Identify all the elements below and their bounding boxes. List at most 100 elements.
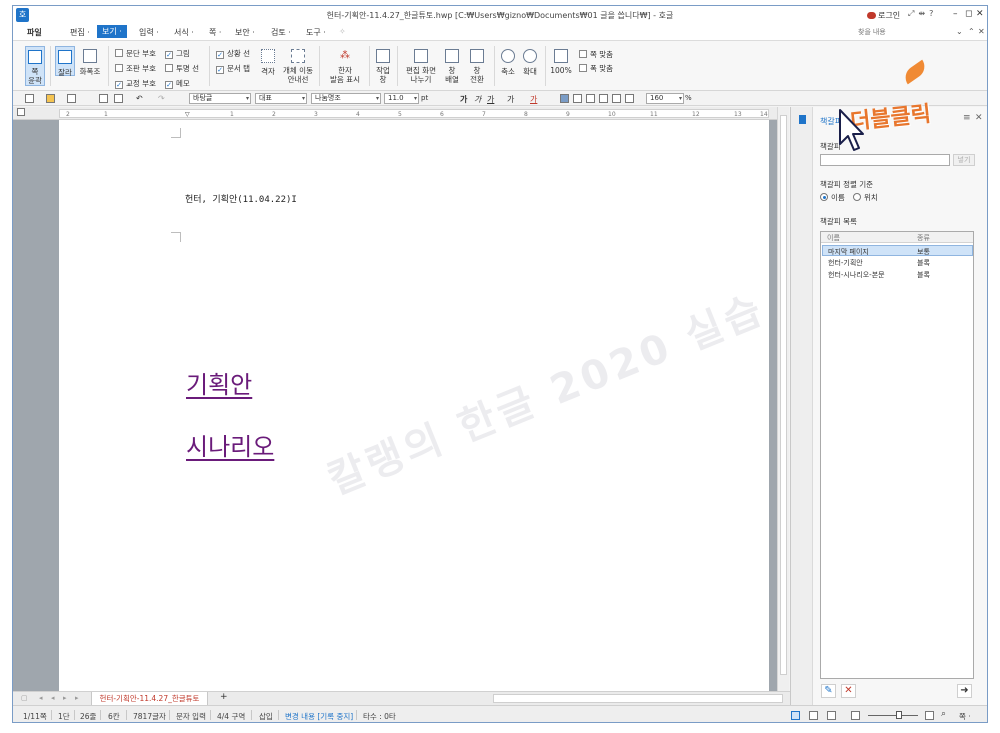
menu-security[interactable]: 보안 · — [235, 27, 255, 38]
vertical-scrollbar[interactable] — [777, 107, 789, 691]
bookmark-list[interactable]: 이름 종류 마지막 페이지 보통 헌터-기획안 블록 헌터-시나리오-본문 블록 — [820, 231, 974, 679]
delete-bookmark-icon[interactable]: ✕ — [841, 684, 856, 698]
zoom-out-button[interactable]: 축소 — [499, 49, 517, 77]
menu-edit[interactable]: 편집 · — [70, 27, 90, 38]
view-page-icon[interactable] — [791, 711, 800, 720]
zoom-out-small-icon[interactable] — [851, 711, 860, 720]
bold-button[interactable]: 가 — [460, 94, 467, 105]
check-memo[interactable]: ✓ 메모 — [165, 78, 190, 89]
menu-page[interactable]: 쪽 · — [209, 27, 221, 38]
preview-icon[interactable] — [114, 94, 123, 103]
zoom-mode-select[interactable]: 쪽 · — [959, 711, 971, 722]
font-size-input[interactable]: 11.0 — [384, 93, 419, 104]
zoom-100-button[interactable]: 100% — [550, 49, 572, 75]
minimize-icon[interactable]: – — [953, 9, 958, 19]
document-page[interactable]: 헌터, 기획안(11.04.22)I 기획안 시나리오 — [59, 120, 769, 691]
align-distribute-icon[interactable] — [612, 94, 621, 103]
menu-format[interactable]: 서식 · — [174, 27, 194, 38]
bookmark-icon[interactable] — [799, 115, 806, 124]
grid-button[interactable]: 격자 — [259, 49, 277, 77]
menu-tools[interactable]: 도구 · — [306, 27, 326, 38]
radio-dot[interactable] — [853, 193, 861, 201]
align-left-icon[interactable] — [573, 94, 582, 103]
document-tab[interactable]: 헌터-기획안-11.4.27_한글튜토 — [91, 692, 208, 706]
align-split-icon[interactable] — [625, 94, 634, 103]
view-two-page-icon[interactable] — [809, 711, 818, 720]
fit-page-button[interactable]: 쪽 맞춤 — [579, 49, 613, 60]
edit-bookmark-icon[interactable]: ✎ — [821, 684, 836, 698]
tab-stop-icon[interactable] — [17, 108, 25, 116]
hanja-button[interactable]: ⁂ 한자 발음 표시 — [325, 49, 365, 84]
ribbon-collapse-icon[interactable]: ⌄ — [956, 27, 963, 36]
menu-review[interactable]: 검토 · — [271, 27, 291, 38]
checkbox[interactable]: ✓ — [165, 51, 173, 59]
doc-close-icon[interactable]: ✕ — [978, 27, 985, 36]
zoom-slider-track[interactable] — [868, 715, 918, 716]
checkbox[interactable] — [165, 64, 173, 72]
column-name[interactable]: 이름 — [827, 233, 840, 243]
login-button[interactable]: 로그인 — [867, 10, 900, 21]
check-layout-mark[interactable]: 조판 부호 — [115, 63, 156, 74]
ruler-track[interactable]: 2 1 ▽ 1 2 3 4 5 6 7 8 9 10 11 12 13 14 — [59, 109, 769, 118]
view-outline-icon[interactable] — [827, 711, 836, 720]
goto-bookmark-icon[interactable]: ➜ — [957, 684, 972, 698]
insert-bookmark-button[interactable]: 넣기 — [953, 154, 975, 166]
add-tab-button[interactable]: + — [220, 692, 228, 702]
page-outline-button[interactable]: 쪽 윤곽 — [25, 46, 45, 86]
bookmark-row[interactable]: 마지막 페이지 보통 — [822, 245, 973, 256]
move-guide-button[interactable]: 개체 이동 안내선 — [281, 49, 315, 84]
align-right-icon[interactable] — [599, 94, 608, 103]
hyperlink-scenario[interactable]: 시나리오 — [186, 427, 274, 462]
bookmark-row[interactable]: 헌터-시나리오-본문 블록 — [822, 269, 973, 280]
tab-next-icon[interactable]: ▸ — [63, 694, 67, 702]
new-doc-icon[interactable] — [25, 94, 34, 103]
sort-by-name-radio[interactable]: 이름 — [820, 192, 845, 203]
bookmark-row[interactable]: 헌터-기획안 블록 — [822, 257, 973, 268]
align-center-icon[interactable] — [586, 94, 595, 103]
font-select[interactable]: 나눔명조 — [311, 93, 381, 104]
resize-icon[interactable]: ⇹ — [918, 9, 929, 18]
check-status-line[interactable]: ✓ 상황 선 — [216, 48, 250, 59]
close-icon[interactable]: ✕ — [976, 9, 984, 19]
zoom-in-small-icon[interactable] — [925, 711, 934, 720]
check-proof-mark[interactable]: ✓ 교정 부호 — [115, 78, 156, 89]
tab-last-icon[interactable]: ▸ — [75, 694, 79, 702]
menu-file[interactable]: 파일 — [27, 27, 42, 38]
title-tools[interactable]: ⤢⇹? — [908, 9, 937, 19]
column-type[interactable]: 종류 — [917, 233, 930, 243]
checkbox[interactable]: ✓ — [165, 81, 173, 89]
checkbox[interactable]: ✓ — [216, 51, 224, 59]
check-transparent-line[interactable]: 투명 선 — [165, 63, 199, 74]
zoom-slider-thumb[interactable] — [896, 711, 902, 719]
save-icon[interactable] — [67, 94, 76, 103]
fit-width-button[interactable]: 폭 맞춤 — [579, 63, 613, 74]
language-select[interactable]: 대표 — [255, 93, 307, 104]
ribbon-expand-icon[interactable]: ⌃ — [968, 27, 975, 36]
underline-button[interactable]: 가 — [487, 94, 494, 105]
radio-dot[interactable] — [820, 193, 828, 201]
hyperlink-planning[interactable]: 기획안 — [186, 365, 252, 400]
horizontal-ruler[interactable]: 2 1 ▽ 1 2 3 4 5 6 7 8 9 10 11 12 13 14 — [13, 107, 777, 120]
align-justify-icon[interactable] — [560, 94, 569, 103]
print-icon[interactable] — [99, 94, 108, 103]
tab-list-icon[interactable]: ▢ — [21, 694, 28, 702]
check-picture[interactable]: ✓ 그림 — [165, 48, 190, 59]
menu-view[interactable]: 보기 · — [97, 25, 127, 38]
indent-marker[interactable]: ▽ — [185, 111, 190, 118]
document-canvas[interactable]: 헌터, 기획안(11.04.22)I 기획안 시나리오 — [13, 120, 777, 691]
font-color-button[interactable]: 가 — [530, 94, 537, 105]
status-track-changes[interactable]: 변경 내용 [기록 중지] — [285, 711, 353, 722]
italic-button[interactable]: 가 — [474, 94, 481, 105]
scrollbar-thumb[interactable] — [780, 115, 787, 675]
panel-menu-icon[interactable]: ≡ — [963, 113, 971, 123]
window-arrange-button[interactable]: 창 배열 — [442, 49, 462, 84]
status-input-mode[interactable]: 문자 입력 — [176, 711, 206, 722]
document-header-line[interactable]: 헌터, 기획안(11.04.22)I — [185, 192, 297, 205]
help-icon[interactable]: ? — [929, 9, 937, 18]
strike-button[interactable]: 가 — [507, 94, 514, 105]
split-view-button[interactable]: 편집 화면 나누기 — [402, 49, 440, 84]
sort-by-position-radio[interactable]: 위치 — [853, 192, 878, 203]
check-doc-tab[interactable]: ✓ 문서 탭 — [216, 63, 250, 74]
status-page[interactable]: 1/11쪽 — [23, 711, 47, 722]
window-switch-button[interactable]: 창 전환 — [466, 49, 488, 84]
